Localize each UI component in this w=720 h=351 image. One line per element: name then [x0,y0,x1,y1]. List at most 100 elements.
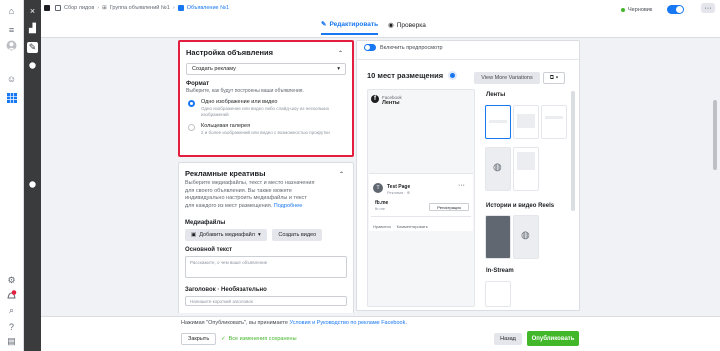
profile-icon[interactable] [6,40,17,51]
create-video-button[interactable]: Создать видео [272,228,323,241]
button-label: Добавить медиафайл [199,231,255,238]
breadcrumb-adset[interactable]: Группа объявлений №1 [110,5,170,11]
ad-status-toggle[interactable] [667,5,685,14]
gallery-section-stories: Истории и видео Reels [486,203,555,209]
placements-gallery: Ленты ◍ Истории и видео Reels ◍ In-Strea… [484,91,568,307]
primary-text-label: Основной текст [185,246,233,253]
global-nav-rail: ⌂ ≡ ☺ ⚙ ⌕ ? ▤ [0,0,24,351]
headline-label: Заголовок · Необязательно [185,286,267,293]
notifications-icon[interactable] [6,290,17,301]
dropdown-value: Создать рекламу [192,66,236,72]
chevron-down-icon: ▾ [257,231,261,238]
chevron-right-icon: › [97,5,100,11]
draft-status: Черновик [621,5,685,14]
create-ad-dropdown[interactable]: Создать рекламу ▾ [186,63,346,75]
format-label: Формат [186,81,210,87]
placement-thumb[interactable] [485,215,511,259]
close-icon[interactable]: × [27,5,38,16]
close-button[interactable]: Закрыть [181,333,217,345]
chevron-down-icon: ▾ [337,66,340,72]
menu-icon[interactable]: ≡ [6,24,17,35]
emoji-icon[interactable]: ☺ [6,73,17,84]
tab-label: Редактировать [329,20,379,28]
terms-link[interactable]: Условия и Руководство по рекламе Faceboo… [289,320,405,326]
page-scrollbar[interactable] [713,100,717,170]
image-icon: ▣ [191,231,197,238]
placement-thumb[interactable] [485,281,511,307]
format-option-single[interactable]: Одно изображение или видео Одно изображе… [186,99,346,118]
divider [356,59,580,60]
placement-thumb[interactable] [541,105,567,139]
media-placeholder-icon: ◍ [493,162,502,173]
learn-more-link[interactable]: Подробнее [274,203,303,209]
radio-icon[interactable] [188,123,195,131]
publish-button[interactable]: Опубликовать [527,331,579,346]
option-desc: 2 и более изображений или видео с возмож… [201,129,330,135]
preview-toggle-label: Включить предпросмотр [380,44,443,51]
placement-thumb[interactable] [485,105,511,139]
tab-review[interactable]: ◉ Проверка [388,18,426,35]
ad-creative-section: Рекламные креативы ⌃ Выберите медиафайлы… [178,162,354,313]
preview-toggle-row: Включить предпросмотр [364,44,443,51]
post-more-icon[interactable]: ··· [458,182,465,189]
breadcrumb-ad[interactable]: Объявление №1 [187,5,229,11]
section-title: Настройка объявления [186,48,274,57]
like-action: Нравится [373,224,391,229]
cta-label: Регистрация [437,204,461,210]
panel-toggle-icon[interactable] [44,5,50,13]
help-icon[interactable]: ? [6,321,17,332]
pencil-icon: ✎ [321,21,327,28]
edit-icon[interactable]: ✎ [27,42,38,53]
post-actions: Нравится Комментировать [373,224,428,229]
info-icon [448,71,458,80]
media-label: Медиафайлы [185,219,226,226]
open-preview-button[interactable]: ⧉ ▾ [543,72,565,84]
radio-selected-icon[interactable] [188,100,195,107]
placement-thumb[interactable]: ◍ [485,147,511,191]
status-dot-icon [621,7,625,12]
folder-icon [55,5,61,11]
option-title: Одно изображение или видео [201,99,278,105]
format-option-carousel[interactable]: Кольцевая галерея 2 и более изображений … [186,123,346,136]
preview-toggle[interactable] [364,44,376,51]
settings-icon[interactable]: ⚙ [6,275,17,286]
report-icon[interactable]: ▤ [6,336,17,347]
add-media-button[interactable]: ▣ Добавить медиафайл ▾ [185,228,267,241]
link-sub: fb.me [375,206,386,211]
gallery-scrollbar[interactable] [571,91,575,211]
editor-rail: × ▟ ✎ [24,0,41,351]
tab-label: Проверка [396,21,426,29]
gallery-section-instream: In-Stream [486,268,514,274]
view-more-variations-button[interactable]: View More Variations [474,72,540,84]
placement-thumb[interactable] [513,105,539,139]
chevron-up-icon[interactable]: ⌃ [339,171,344,178]
chart-icon[interactable]: ▟ [27,23,38,34]
primary-text-field[interactable]: Расскажите, о чем ваше объявление [185,255,347,278]
breadcrumb-campaign[interactable]: Сбор лидов [64,5,94,11]
headline-field[interactable]: Напишите короткий заголовок [185,295,347,306]
home-icon[interactable]: ⌂ [6,5,17,16]
chevron-up-icon[interactable]: ⌃ [338,50,343,57]
comment-action: Комментировать [396,224,428,229]
more-options-button[interactable]: ··· [701,3,715,13]
legal-prefix: Нажимая "Опубликовать", вы принимаете [181,320,290,326]
tab-edit[interactable]: ✎ Редактировать [321,18,379,35]
ad-dot-icon[interactable] [27,179,38,190]
option-title: Кольцевая галерея [201,122,251,129]
breadcrumb: Сбор лидов › ⊞ Группа объявлений №1 › Об… [55,5,229,11]
back-button[interactable]: Назад [494,333,522,345]
ad-icon [177,5,184,11]
grid-icon[interactable] [6,92,17,103]
editor-column: Настройка объявления ⌃ Создать рекламу ▾… [178,38,354,313]
ad-setup-section: Настройка объявления ⌃ Создать рекламу ▾… [178,40,354,157]
save-status: ✓ Все изменения сохранены [221,336,297,342]
campaign-dot-icon[interactable] [27,60,38,71]
section-desc: Выберите медиафайлы, текст и место назна… [185,180,315,211]
divider [371,216,471,217]
search-icon[interactable]: ⌕ [6,305,17,316]
cta-button[interactable]: Регистрация [429,203,469,211]
check-icon: ✓ [221,336,226,342]
page-avatar: T [373,183,383,193]
placement-thumb[interactable] [513,147,539,191]
placement-thumb[interactable]: ◍ [513,215,539,259]
